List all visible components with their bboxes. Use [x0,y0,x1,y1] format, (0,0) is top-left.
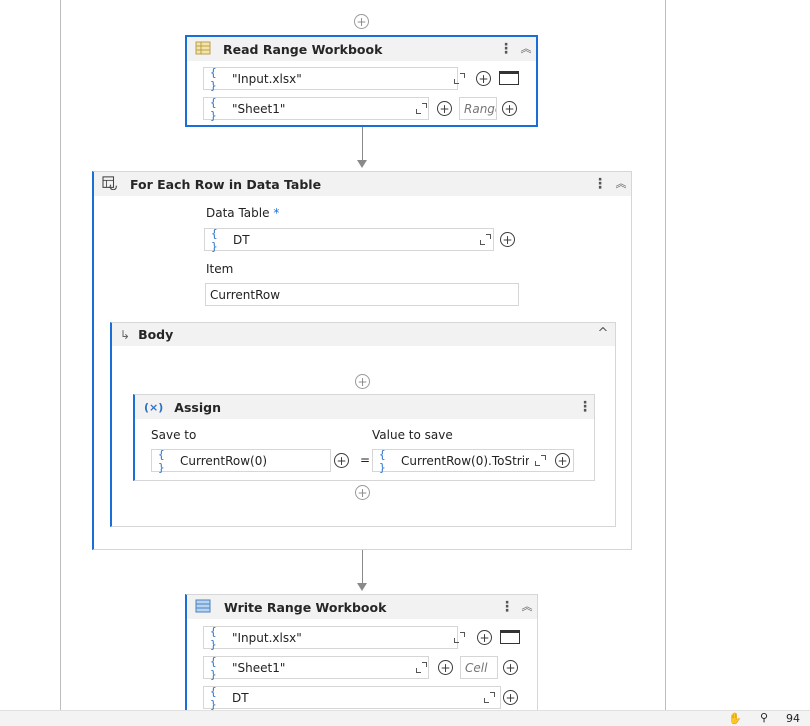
canvas-left-border [60,0,61,710]
write-data-table-field[interactable]: { } DT [203,684,501,711]
data-table-label: Data Table * [206,206,280,220]
workflow-canvas: + Read Range Workbook ⋮ ︽ { } "Input.xls… [0,0,810,724]
expand-icon[interactable] [454,73,465,84]
excel-write-icon [195,599,211,613]
expression-icon: { } [210,95,217,122]
body-header: ↳ Body ^ [112,323,615,346]
assign-equals-sign: = [360,453,371,467]
add-activity-body-top-icon[interactable]: + [355,374,370,389]
body-arrow-icon: ↳ [120,327,131,342]
read-range-collapse-icon[interactable]: ︽ [519,40,533,58]
read-range-header: Read Range Workbook ⋮ ︽ [187,37,536,61]
add-activity-body-bottom-icon[interactable]: + [355,485,370,500]
write-workbook-path-add-button[interactable]: + [477,630,492,645]
connector-arrow [357,160,367,168]
expression-icon: { } [158,447,165,474]
range-field[interactable]: Range [459,97,497,120]
write-sheet-name-value: "Sheet1" [232,660,286,675]
excel-read-icon [195,41,211,55]
read-range-workbook-activity[interactable]: Read Range Workbook ⋮ ︽ { } "Input.xlsx"… [185,35,538,127]
assign-icon: (×) [144,400,164,414]
pan-hand-icon[interactable]: ✋ [728,712,742,725]
read-range-title: Read Range Workbook [223,41,383,57]
range-add-button[interactable]: + [502,101,517,116]
browse-folder-icon[interactable] [500,630,520,644]
write-sheet-name-field[interactable]: { } "Sheet1" [203,654,429,681]
expand-icon[interactable] [535,455,546,466]
assign-activity[interactable]: (×) Assign ⋮ Save to { } CurrentRow(0) +… [133,394,595,481]
for-each-title: For Each Row in Data Table [130,176,322,192]
for-each-collapse-icon[interactable]: ︽ [614,175,628,193]
expression-icon: { } [210,65,217,92]
data-table-add-button[interactable]: + [500,232,515,247]
write-range-header: Write Range Workbook ⋮ ︽ [187,595,537,619]
workbook-path-add-button[interactable]: + [476,71,491,86]
expand-icon[interactable] [484,692,495,703]
body-container: ↳ Body ^ + (×) Assign ⋮ Save to { } Curr… [110,322,616,527]
expand-icon[interactable] [480,234,491,245]
required-marker: * [273,206,280,220]
value-to-save-label: Value to save [372,428,453,442]
write-workbook-path-field[interactable]: { } "Input.xlsx" [203,624,465,651]
zoom-icon[interactable]: ⚲ [760,711,768,724]
browse-folder-icon[interactable] [499,71,519,85]
write-workbook-path-value: "Input.xlsx" [232,630,302,645]
expand-icon[interactable] [416,662,427,673]
expression-icon: { } [379,447,386,474]
expression-icon: { } [211,226,218,253]
for-each-row-activity[interactable]: For Each Row in Data Table ⋮ ︽ Data Tabl… [92,171,632,550]
write-range-workbook-activity[interactable]: Write Range Workbook ⋮ ︽ { } "Input.xlsx… [185,594,538,724]
value-to-save-add-button[interactable]: + [555,453,570,468]
write-range-menu-icon[interactable]: ⋮ [500,598,514,616]
expression-icon: { } [210,654,217,681]
expand-icon[interactable] [416,103,427,114]
add-activity-top-icon[interactable]: + [354,14,369,29]
value-to-save-value: CurrentRow(0).ToString [401,453,529,468]
write-range-collapse-icon[interactable]: ︽ [520,598,534,616]
workbook-path-field[interactable]: { } "Input.xlsx" [203,65,465,92]
read-range-menu-icon[interactable]: ⋮ [499,40,513,58]
data-table-field[interactable]: { } DT [204,226,494,253]
body-title: Body [138,327,174,342]
workbook-path-value: "Input.xlsx" [232,71,302,86]
connector-arrow [357,583,367,591]
body-collapse-icon[interactable]: ^ [596,325,610,343]
item-input[interactable]: CurrentRow [205,283,519,306]
write-data-table-add-button[interactable]: + [503,690,518,705]
expression-icon: { } [210,684,217,711]
status-bar: ✋ ⚲ 94 [0,710,810,726]
canvas-right-border [665,0,666,710]
write-range-title: Write Range Workbook [224,599,387,615]
connector-line [362,127,363,160]
data-table-value: DT [233,232,250,247]
assign-header: (×) Assign ⋮ [135,395,594,419]
save-to-value: CurrentRow(0) [180,453,268,468]
sheet-name-add-button[interactable]: + [437,101,452,116]
save-to-field[interactable]: { } CurrentRow(0) [151,447,331,474]
for-each-header: For Each Row in Data Table ⋮ ︽ [94,172,631,196]
assign-title: Assign [174,399,221,415]
value-to-save-field[interactable]: { } CurrentRow(0).ToString [372,447,574,474]
assign-menu-icon[interactable]: ⋮ [578,398,592,416]
save-to-label: Save to [151,428,197,442]
cell-add-button[interactable]: + [503,660,518,675]
save-to-add-button[interactable]: + [334,453,349,468]
expand-icon[interactable] [454,632,465,643]
write-sheet-name-add-button[interactable]: + [438,660,453,675]
zoom-level-text: 94 [786,712,800,725]
cell-field[interactable]: Cell [460,656,498,679]
for-each-menu-icon[interactable]: ⋮ [593,175,607,193]
connector-line [362,550,363,583]
item-label: Item [206,262,234,276]
write-data-table-value: DT [232,690,249,705]
for-each-row-icon [102,176,117,190]
sheet-name-field[interactable]: { } "Sheet1" [203,95,429,122]
sheet-name-value: "Sheet1" [232,101,286,116]
expression-icon: { } [210,624,217,651]
